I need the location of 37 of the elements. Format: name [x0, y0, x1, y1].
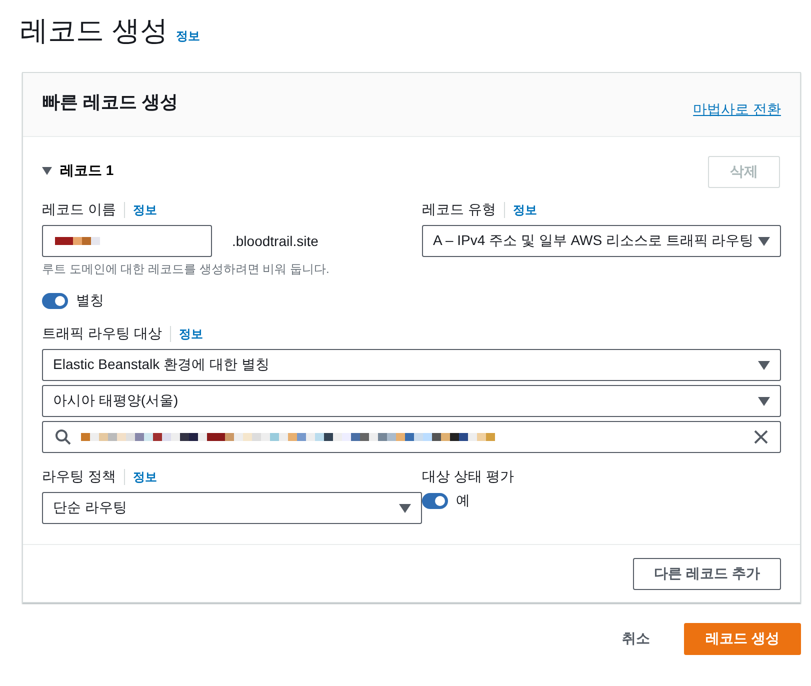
- caret-icon: [399, 504, 411, 512]
- field-label: 트래픽 라우팅 대상: [42, 325, 162, 343]
- caret-icon: [42, 167, 52, 175]
- create-record-button[interactable]: 레코드 생성: [684, 623, 801, 655]
- target-select[interactable]: 아시아 태평양(서울): [42, 385, 781, 417]
- cancel-button[interactable]: 취소: [616, 629, 656, 649]
- caret-icon: [758, 360, 770, 370]
- field-label: 레코드 이름: [42, 201, 116, 219]
- info-link[interactable]: 정보: [132, 202, 157, 218]
- info-link[interactable]: 정보: [176, 28, 200, 45]
- routing-policy-select[interactable]: 단순 라우팅: [42, 492, 422, 524]
- field-label: 레코드 유형: [422, 201, 496, 219]
- page-title: 레코드 생성: [20, 14, 168, 48]
- toggle-label: 예: [456, 492, 470, 510]
- health-toggle[interactable]: [422, 493, 448, 509]
- info-link[interactable]: 정보: [178, 326, 203, 342]
- domain-suffix: .bloodtrail.site: [232, 233, 318, 249]
- switch-wizard-link[interactable]: 마법사로 전환: [693, 100, 781, 118]
- add-record-button[interactable]: 다른 레코드 추가: [633, 558, 781, 590]
- field-label: 라우팅 정책: [42, 468, 116, 486]
- info-link[interactable]: 정보: [512, 202, 537, 218]
- card-title: 빠른 레코드 생성: [42, 90, 178, 114]
- caret-icon: [758, 236, 770, 246]
- caret-icon: [758, 396, 770, 406]
- record-expander[interactable]: 레코드 1: [42, 162, 114, 180]
- toggle-label: 별칭: [76, 292, 104, 310]
- info-link[interactable]: 정보: [132, 468, 157, 486]
- redacted-text: [55, 237, 100, 245]
- search-icon: [55, 429, 71, 445]
- alias-toggle[interactable]: [42, 293, 68, 309]
- field-hint: 루트 도메인에 대한 레코드를 생성하려면 비워 둡니다.: [42, 261, 330, 278]
- search-field[interactable]: [42, 421, 781, 453]
- record-type-select[interactable]: A – IPv4 주소 및 일부 AWS 리소스로 트래픽 라우팅: [422, 225, 781, 257]
- target-select[interactable]: Elastic Beanstalk 환경에 대한 별칭: [42, 349, 781, 381]
- clear-icon[interactable]: [754, 430, 768, 444]
- record-name-input[interactable]: [42, 225, 212, 257]
- field-label: 대상 상태 평가: [422, 468, 514, 486]
